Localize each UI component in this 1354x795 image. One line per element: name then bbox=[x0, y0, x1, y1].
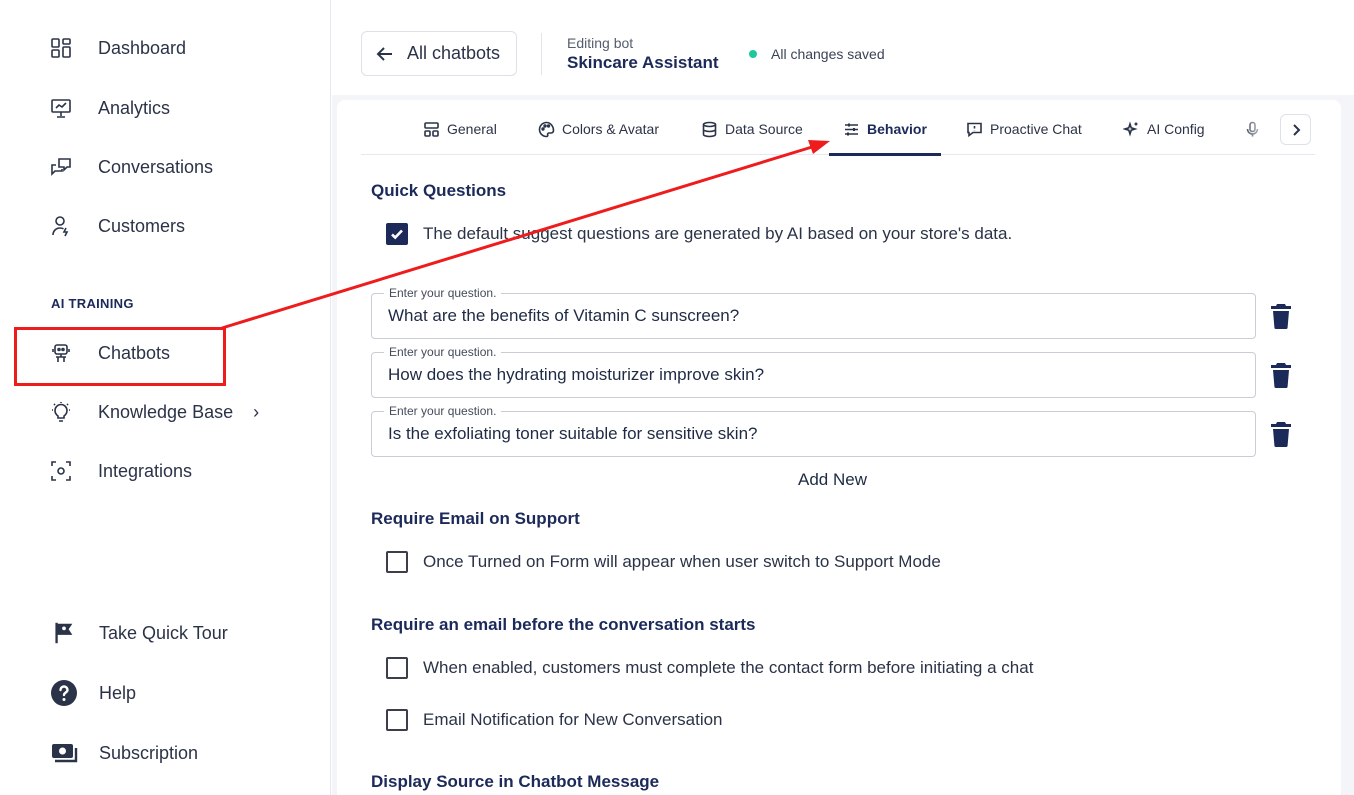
annotation-highlight-box bbox=[14, 327, 226, 386]
email-notification-option: Email Notification for New Conversation bbox=[386, 709, 723, 731]
sidebar-item-label: Take Quick Tour bbox=[99, 622, 228, 643]
analytics-icon bbox=[50, 97, 72, 119]
sidebar-item-integrations[interactable]: Integrations bbox=[50, 456, 192, 486]
tab-label: General bbox=[447, 121, 497, 137]
delete-question-button[interactable] bbox=[1270, 421, 1292, 447]
sidebar-item-label: Knowledge Base bbox=[98, 401, 234, 422]
save-status: All changes saved bbox=[749, 46, 885, 62]
tab-label: Behavior bbox=[867, 121, 927, 137]
section-label-ai-training: AI TRAINING bbox=[51, 296, 134, 311]
sidebar-item-analytics[interactable]: Analytics bbox=[50, 93, 170, 123]
tab-label: Proactive Chat bbox=[990, 121, 1082, 137]
question-field-label: Enter your question. bbox=[384, 404, 502, 418]
sidebar-item-label: Integrations bbox=[98, 460, 193, 481]
require-email-start-label: When enabled, customers must complete th… bbox=[423, 658, 1034, 677]
save-status-text: All changes saved bbox=[771, 46, 885, 62]
tab-behavior[interactable]: Behavior bbox=[829, 104, 941, 156]
status-dot-icon bbox=[749, 50, 757, 58]
tab-general[interactable]: General bbox=[423, 104, 497, 154]
question-input[interactable] bbox=[388, 424, 1238, 444]
require-email-support-title: Require Email on Support bbox=[371, 509, 580, 528]
lightbulb-icon bbox=[50, 401, 72, 423]
tab-data-source[interactable]: Data Source bbox=[701, 104, 803, 154]
trash-icon bbox=[1271, 304, 1291, 329]
question-input[interactable] bbox=[388, 365, 1238, 385]
sliders-icon bbox=[845, 123, 858, 135]
flag-icon bbox=[50, 619, 78, 647]
back-to-all-chatbots-button[interactable]: All chatbots bbox=[361, 31, 517, 76]
question-field-label: Enter your question. bbox=[384, 286, 502, 300]
require-email-support-label: Once Turned on Form will appear when use… bbox=[423, 552, 941, 571]
question-field: Enter your question. bbox=[371, 404, 1256, 457]
dashboard-icon bbox=[50, 37, 72, 59]
tab-label: AI Config bbox=[1147, 121, 1205, 137]
question-input[interactable] bbox=[388, 306, 1238, 326]
settings-tabs: General Colors & Avatar Data Source Beha… bbox=[361, 104, 1315, 156]
sidebar-item-knowledge-base[interactable]: Knowledge Base › bbox=[50, 397, 259, 427]
require-email-start-title: Require an email before the conversation… bbox=[371, 615, 756, 634]
tabs-scroll-next-button[interactable] bbox=[1280, 114, 1311, 145]
email-notification-label: Email Notification for New Conversation bbox=[423, 710, 723, 729]
sidebar-item-conversations[interactable]: Conversations bbox=[50, 152, 213, 182]
add-new-question-button[interactable]: Add New bbox=[798, 470, 867, 490]
tab-label: Data Source bbox=[725, 121, 803, 137]
default-questions-option: The default suggest questions are genera… bbox=[386, 223, 1012, 245]
sidebar-item-label: Help bbox=[99, 682, 137, 703]
trash-icon bbox=[1271, 422, 1291, 447]
tab-proactive-chat[interactable]: Proactive Chat bbox=[966, 104, 1082, 154]
bot-name: Skincare Assistant bbox=[567, 53, 719, 72]
sidebar-item-label: Subscription bbox=[99, 742, 199, 763]
tab-label: Colors & Avatar bbox=[562, 121, 660, 137]
help-icon bbox=[50, 679, 78, 707]
app-root: Dashboard Analytics Conversations Custom… bbox=[0, 0, 1354, 795]
require-email-start-option: When enabled, customers must complete th… bbox=[386, 657, 1033, 679]
sidebar-item-help[interactable]: Help bbox=[50, 679, 136, 707]
checkmark-icon bbox=[391, 229, 403, 240]
sparkle-icon bbox=[1123, 120, 1138, 137]
top-bar: All chatbots Editing bot Skincare Assist… bbox=[332, 0, 1354, 95]
database-icon bbox=[702, 121, 717, 137]
tab-ai-config[interactable]: AI Config bbox=[1123, 104, 1205, 154]
sidebar-item-label: Dashboard bbox=[98, 37, 187, 58]
question-field-label: Enter your question. bbox=[384, 345, 502, 359]
quick-questions-title: Quick Questions bbox=[371, 181, 507, 200]
sidebar-item-subscription[interactable]: Subscription bbox=[50, 739, 198, 767]
customers-icon bbox=[50, 215, 72, 237]
palette-icon bbox=[538, 121, 555, 137]
integrations-icon bbox=[50, 460, 72, 482]
sidebar-item-dashboard[interactable]: Dashboard bbox=[50, 33, 186, 63]
trash-icon bbox=[1271, 363, 1291, 388]
default-questions-label: The default suggest questions are genera… bbox=[423, 224, 1013, 243]
require-email-support-checkbox[interactable] bbox=[386, 551, 408, 573]
header-divider bbox=[541, 33, 542, 75]
default-questions-checkbox[interactable] bbox=[386, 223, 408, 245]
sidebar-item-customers[interactable]: Customers bbox=[50, 211, 185, 241]
tab-overflow-fade bbox=[1241, 104, 1281, 154]
sidebar: Dashboard Analytics Conversations Custom… bbox=[0, 0, 331, 795]
subscription-icon bbox=[50, 739, 78, 767]
question-field: Enter your question. bbox=[371, 286, 1256, 339]
back-button-label: All chatbots bbox=[407, 43, 501, 63]
chevron-right-icon: › bbox=[253, 401, 260, 422]
sidebar-item-label: Analytics bbox=[98, 97, 171, 118]
email-notification-checkbox[interactable] bbox=[386, 709, 408, 731]
delete-question-button[interactable] bbox=[1270, 303, 1292, 329]
message-icon bbox=[967, 122, 982, 137]
layout-icon bbox=[424, 121, 439, 137]
sidebar-item-label: Customers bbox=[98, 215, 186, 236]
sidebar-item-take-quick-tour[interactable]: Take Quick Tour bbox=[50, 619, 228, 647]
delete-question-button[interactable] bbox=[1270, 362, 1292, 388]
tab-colors-avatar[interactable]: Colors & Avatar bbox=[538, 104, 659, 154]
require-email-start-checkbox[interactable] bbox=[386, 657, 408, 679]
editing-bot-label: Editing bot bbox=[567, 35, 634, 51]
question-field: Enter your question. bbox=[371, 345, 1256, 398]
sidebar-item-label: Conversations bbox=[98, 156, 214, 177]
arrow-left-icon bbox=[376, 46, 392, 61]
chevron-right-icon bbox=[1292, 123, 1300, 136]
require-email-support-option: Once Turned on Form will appear when use… bbox=[386, 551, 941, 573]
display-source-title: Display Source in Chatbot Message bbox=[371, 772, 660, 791]
conversations-icon bbox=[50, 156, 72, 178]
